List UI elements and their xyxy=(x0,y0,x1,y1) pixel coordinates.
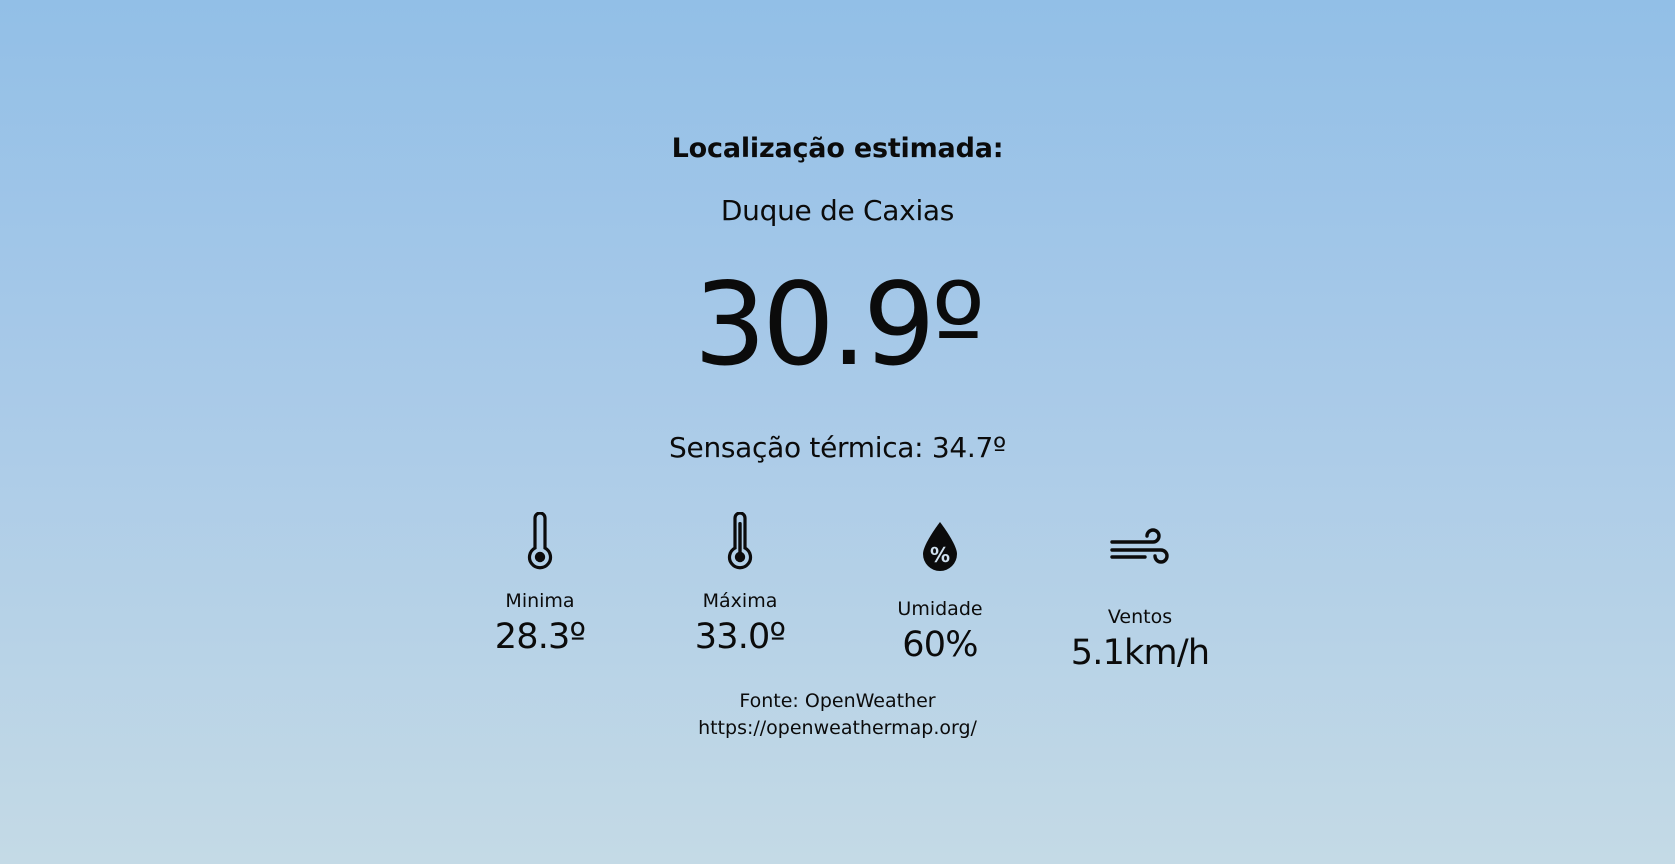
stat-min-label: Minima xyxy=(505,590,575,612)
stat-humidity: % Umidade 60% xyxy=(840,512,1040,666)
current-temperature: 30.9º xyxy=(693,258,986,391)
svg-text:%: % xyxy=(930,543,950,567)
feels-like: Sensação térmica: 34.7º xyxy=(669,431,1006,464)
data-source: Fonte: OpenWeather https://openweatherma… xyxy=(0,688,1675,742)
stat-min-temperature: Minima 28.3º xyxy=(440,512,640,658)
humidity-drop-icon: % xyxy=(840,520,1040,582)
stat-humidity-label: Umidade xyxy=(897,598,983,620)
source-url: https://openweathermap.org/ xyxy=(698,717,977,739)
thermometer-high-icon xyxy=(640,512,840,574)
stat-min-value: 28.3º xyxy=(494,617,586,657)
stat-max-temperature: Máxima 33.0º xyxy=(640,512,840,658)
thermometer-low-icon xyxy=(440,512,640,574)
stat-max-label: Máxima xyxy=(702,590,778,612)
stat-wind: Ventos 5.1km/h xyxy=(1040,512,1240,674)
source-text: Fonte: OpenWeather xyxy=(739,690,936,712)
stat-humidity-value: 60% xyxy=(902,625,978,665)
weather-page: Localização estimada: Duque de Caxias 30… xyxy=(0,0,1675,864)
stat-wind-label: Ventos xyxy=(1107,606,1173,628)
stat-wind-value: 5.1km/h xyxy=(1070,633,1210,673)
location-title: Localização estimada: xyxy=(671,133,1004,164)
city-name: Duque de Caxias xyxy=(720,194,955,227)
stat-max-value: 33.0º xyxy=(694,617,786,657)
wind-icon xyxy=(1040,528,1240,590)
